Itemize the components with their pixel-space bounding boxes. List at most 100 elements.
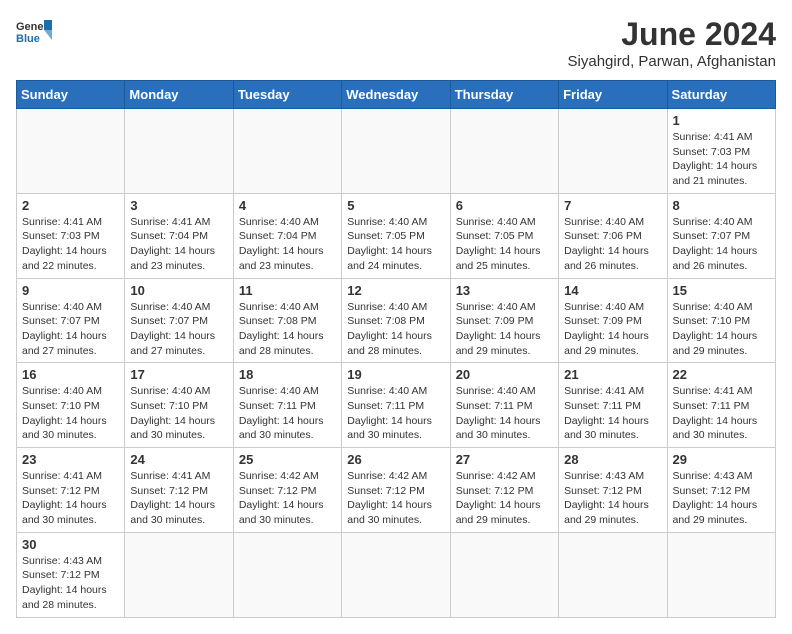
page-header: General Blue June 2024 Siyahgird, Parwan… (16, 16, 776, 70)
day-info: Sunrise: 4:40 AM Sunset: 7:09 PM Dayligh… (564, 300, 661, 359)
day-info: Sunrise: 4:40 AM Sunset: 7:05 PM Dayligh… (347, 215, 444, 274)
table-row: 26 Sunrise: 4:42 AM Sunset: 7:12 PM Dayli… (342, 448, 450, 533)
day-info: Sunrise: 4:40 AM Sunset: 7:10 PM Dayligh… (22, 384, 119, 443)
header-wednesday: Wednesday (342, 81, 450, 109)
day-number: 25 (239, 452, 336, 467)
table-row (450, 109, 558, 194)
table-row (342, 109, 450, 194)
day-number: 18 (239, 367, 336, 382)
table-row: 29 Sunrise: 4:43 AM Sunset: 7:12 PM Dayli… (667, 448, 775, 533)
day-info: Sunrise: 4:40 AM Sunset: 7:10 PM Dayligh… (673, 300, 770, 359)
table-row: 18 Sunrise: 4:40 AM Sunset: 7:11 PM Dayli… (233, 363, 341, 448)
table-row: 7 Sunrise: 4:40 AM Sunset: 7:06 PM Daylig… (559, 193, 667, 278)
day-number: 14 (564, 283, 661, 298)
day-info: Sunrise: 4:40 AM Sunset: 7:05 PM Dayligh… (456, 215, 553, 274)
calendar-row: 30Sunrise: 4:43 AM Sunset: 7:12 PM Dayli… (17, 532, 776, 617)
table-row (233, 532, 341, 617)
day-number: 20 (456, 367, 553, 382)
table-row: 11 Sunrise: 4:40 AM Sunset: 7:08 PM Dayli… (233, 278, 341, 363)
table-row: 20 Sunrise: 4:40 AM Sunset: 7:11 PM Dayli… (450, 363, 558, 448)
calendar-row: 9 Sunrise: 4:40 AM Sunset: 7:07 PM Daylig… (17, 278, 776, 363)
table-row: 8 Sunrise: 4:40 AM Sunset: 7:07 PM Daylig… (667, 193, 775, 278)
day-number: 30 (22, 537, 119, 552)
table-row: 4Sunrise: 4:40 AM Sunset: 7:04 PM Daylig… (233, 193, 341, 278)
day-number: 15 (673, 283, 770, 298)
table-row (125, 109, 233, 194)
table-row: 15 Sunrise: 4:40 AM Sunset: 7:10 PM Dayli… (667, 278, 775, 363)
day-info: Sunrise: 4:42 AM Sunset: 7:12 PM Dayligh… (456, 469, 553, 528)
day-info: Sunrise: 4:42 AM Sunset: 7:12 PM Dayligh… (239, 469, 336, 528)
day-number: 9 (22, 283, 119, 298)
table-row: 23 Sunrise: 4:41 AM Sunset: 7:12 PM Dayli… (17, 448, 125, 533)
table-row: 13Sunrise: 4:40 AM Sunset: 7:09 PM Dayli… (450, 278, 558, 363)
day-number: 6 (456, 198, 553, 213)
table-row: 22 Sunrise: 4:41 AM Sunset: 7:11 PM Dayli… (667, 363, 775, 448)
day-number: 8 (673, 198, 770, 213)
day-info: Sunrise: 4:40 AM Sunset: 7:04 PM Dayligh… (239, 215, 336, 274)
day-info: Sunrise: 4:41 AM Sunset: 7:11 PM Dayligh… (564, 384, 661, 443)
day-info: Sunrise: 4:40 AM Sunset: 7:06 PM Dayligh… (564, 215, 661, 274)
day-number: 3 (130, 198, 227, 213)
day-info: Sunrise: 4:43 AM Sunset: 7:12 PM Dayligh… (673, 469, 770, 528)
day-info: Sunrise: 4:41 AM Sunset: 7:03 PM Dayligh… (673, 130, 770, 189)
day-info: Sunrise: 4:40 AM Sunset: 7:11 PM Dayligh… (347, 384, 444, 443)
day-info: Sunrise: 4:41 AM Sunset: 7:04 PM Dayligh… (130, 215, 227, 274)
day-info: Sunrise: 4:40 AM Sunset: 7:07 PM Dayligh… (130, 300, 227, 359)
calendar-table: Sunday Monday Tuesday Wednesday Thursday… (16, 80, 776, 618)
day-number: 2 (22, 198, 119, 213)
title-area: June 2024 Siyahgird, Parwan, Afghanistan (568, 16, 776, 70)
day-info: Sunrise: 4:43 AM Sunset: 7:12 PM Dayligh… (564, 469, 661, 528)
table-row (233, 109, 341, 194)
day-info: Sunrise: 4:40 AM Sunset: 7:07 PM Dayligh… (673, 215, 770, 274)
day-info: Sunrise: 4:40 AM Sunset: 7:10 PM Dayligh… (130, 384, 227, 443)
location-subtitle: Siyahgird, Parwan, Afghanistan (568, 53, 776, 70)
day-number: 24 (130, 452, 227, 467)
day-info: Sunrise: 4:40 AM Sunset: 7:09 PM Dayligh… (456, 300, 553, 359)
table-row (559, 109, 667, 194)
table-row (667, 532, 775, 617)
table-row (450, 532, 558, 617)
table-row: 3 Sunrise: 4:41 AM Sunset: 7:04 PM Daylig… (125, 193, 233, 278)
logo: General Blue (16, 16, 52, 44)
calendar-row: 1 Sunrise: 4:41 AM Sunset: 7:03 PM Daylig… (17, 109, 776, 194)
svg-text:Blue: Blue (16, 33, 40, 44)
day-info: Sunrise: 4:41 AM Sunset: 7:12 PM Dayligh… (22, 469, 119, 528)
generalblue-logo-icon: General Blue (16, 16, 52, 44)
calendar-row: 23 Sunrise: 4:41 AM Sunset: 7:12 PM Dayli… (17, 448, 776, 533)
day-number: 5 (347, 198, 444, 213)
day-number: 22 (673, 367, 770, 382)
month-title: June 2024 (568, 16, 776, 53)
table-row: 30Sunrise: 4:43 AM Sunset: 7:12 PM Dayli… (17, 532, 125, 617)
table-row: 21Sunrise: 4:41 AM Sunset: 7:11 PM Dayli… (559, 363, 667, 448)
header-thursday: Thursday (450, 81, 558, 109)
header-friday: Friday (559, 81, 667, 109)
day-info: Sunrise: 4:42 AM Sunset: 7:12 PM Dayligh… (347, 469, 444, 528)
header-tuesday: Tuesday (233, 81, 341, 109)
day-info: Sunrise: 4:40 AM Sunset: 7:11 PM Dayligh… (456, 384, 553, 443)
table-row: 14 Sunrise: 4:40 AM Sunset: 7:09 PM Dayli… (559, 278, 667, 363)
table-row: 28Sunrise: 4:43 AM Sunset: 7:12 PM Dayli… (559, 448, 667, 533)
day-number: 29 (673, 452, 770, 467)
calendar-row: 16 Sunrise: 4:40 AM Sunset: 7:10 PM Dayli… (17, 363, 776, 448)
table-row: 12Sunrise: 4:40 AM Sunset: 7:08 PM Dayli… (342, 278, 450, 363)
day-number: 16 (22, 367, 119, 382)
table-row: 19Sunrise: 4:40 AM Sunset: 7:11 PM Dayli… (342, 363, 450, 448)
table-row (17, 109, 125, 194)
day-number: 11 (239, 283, 336, 298)
calendar-row: 2 Sunrise: 4:41 AM Sunset: 7:03 PM Daylig… (17, 193, 776, 278)
table-row: 6 Sunrise: 4:40 AM Sunset: 7:05 PM Daylig… (450, 193, 558, 278)
day-number: 7 (564, 198, 661, 213)
day-number: 17 (130, 367, 227, 382)
table-row: 1 Sunrise: 4:41 AM Sunset: 7:03 PM Daylig… (667, 109, 775, 194)
day-number: 1 (673, 113, 770, 128)
day-number: 12 (347, 283, 444, 298)
day-info: Sunrise: 4:41 AM Sunset: 7:03 PM Dayligh… (22, 215, 119, 274)
day-info: Sunrise: 4:40 AM Sunset: 7:11 PM Dayligh… (239, 384, 336, 443)
table-row: 17 Sunrise: 4:40 AM Sunset: 7:10 PM Dayli… (125, 363, 233, 448)
day-info: Sunrise: 4:40 AM Sunset: 7:08 PM Dayligh… (239, 300, 336, 359)
table-row: 16 Sunrise: 4:40 AM Sunset: 7:10 PM Dayli… (17, 363, 125, 448)
day-number: 23 (22, 452, 119, 467)
day-number: 26 (347, 452, 444, 467)
day-info: Sunrise: 4:41 AM Sunset: 7:11 PM Dayligh… (673, 384, 770, 443)
table-row (559, 532, 667, 617)
